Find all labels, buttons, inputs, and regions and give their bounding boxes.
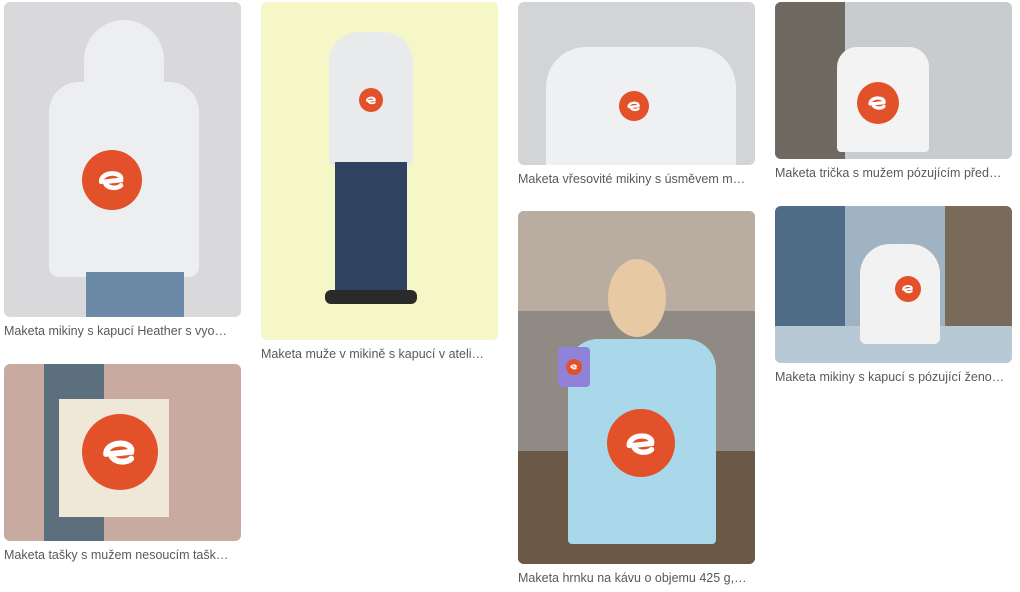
mockup-card-6[interactable]: Maketa hrnku na kávu o objemu 425 g,… — [518, 211, 755, 586]
brand-e-logo-icon — [895, 276, 921, 302]
mockup-card-5[interactable]: Maketa tašky s mužem nesoucím tašk… — [4, 364, 241, 563]
mockup-thumbnail[interactable] — [4, 2, 241, 317]
brand-e-logo-icon — [607, 409, 675, 477]
mockup-card-4[interactable]: Maketa trička s mužem pózujícím před… — [775, 2, 1012, 181]
shoes-shape — [325, 290, 417, 304]
mockup-card-2[interactable]: Maketa muže v mikině s kapucí v ateli… — [261, 2, 498, 362]
brand-e-logo-icon — [359, 88, 383, 112]
mockup-caption[interactable]: Maketa muže v mikině s kapucí v ateli… — [261, 346, 498, 362]
mockup-thumbnail[interactable] — [518, 2, 755, 165]
mockup-caption[interactable]: Maketa hrnku na kávu o objemu 425 g,… — [518, 570, 755, 586]
building-right-shape — [945, 206, 1012, 331]
stone-wall-shape — [775, 2, 845, 159]
jeans-shape — [86, 272, 184, 317]
brand-e-logo-icon — [857, 82, 899, 124]
jeans-shape — [335, 162, 407, 292]
mockup-thumbnail[interactable] — [518, 211, 755, 564]
mockup-caption[interactable]: Maketa mikiny s kapucí Heather s vyo… — [4, 323, 241, 339]
mockup-caption[interactable]: Maketa tašky s mužem nesoucím tašk… — [4, 547, 241, 563]
mockup-caption[interactable]: Maketa trička s mužem pózujícím před… — [775, 165, 1012, 181]
mockup-thumbnail[interactable] — [261, 2, 498, 340]
head-shape — [608, 259, 666, 337]
mockup-caption[interactable]: Maketa vřesovité mikiny s úsměvem m… — [518, 171, 755, 187]
mockup-card-1[interactable]: Maketa mikiny s kapucí Heather s vyo… — [4, 2, 241, 339]
brand-e-logo-icon — [82, 150, 142, 210]
mockup-thumbnail[interactable] — [775, 206, 1012, 363]
brand-e-logo-icon — [566, 359, 582, 375]
mockup-thumbnail[interactable] — [4, 364, 241, 541]
mockup-caption[interactable]: Maketa mikiny s kapucí s pózující ženo… — [775, 369, 1012, 385]
mockup-card-3[interactable]: Maketa vřesovité mikiny s úsměvem m… — [518, 2, 755, 187]
brand-e-logo-icon — [619, 91, 649, 121]
mockup-card-7[interactable]: Maketa mikiny s kapucí s pózující ženo… — [775, 206, 1012, 385]
building-left-shape — [775, 206, 845, 326]
brand-e-logo-icon — [82, 414, 158, 490]
mockup-thumbnail[interactable] — [775, 2, 1012, 159]
